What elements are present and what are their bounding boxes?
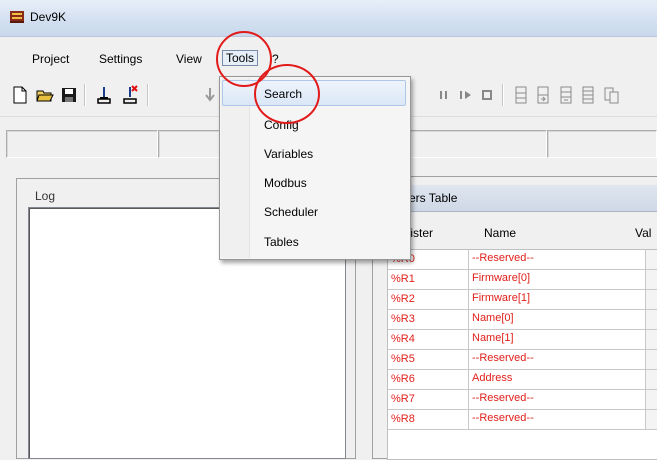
menu-settings[interactable]: Settings bbox=[96, 51, 145, 67]
connect-icon[interactable] bbox=[94, 85, 114, 105]
menu-view[interactable]: View bbox=[173, 51, 205, 67]
toolbar-separator bbox=[147, 84, 149, 106]
register-name: Name[0] bbox=[472, 312, 514, 324]
register-id: %R2 bbox=[391, 293, 415, 305]
register-id: %R4 bbox=[391, 333, 415, 345]
menu-item-config[interactable]: Config bbox=[220, 111, 410, 139]
download-icon[interactable] bbox=[200, 85, 220, 105]
name-cell: --Reserved-- bbox=[469, 410, 646, 429]
registers-table-title-bar: isters Table bbox=[373, 185, 657, 212]
menu-item-tables[interactable]: Tables bbox=[220, 228, 410, 256]
value-cell[interactable] bbox=[646, 370, 657, 389]
register-cell: %R7 bbox=[388, 390, 469, 409]
name-cell: --Reserved-- bbox=[469, 250, 646, 269]
stop-icon[interactable] bbox=[477, 85, 497, 105]
title-bar: Dev9K bbox=[0, 0, 657, 37]
name-cell: Address bbox=[469, 370, 646, 389]
value-cell[interactable] bbox=[646, 390, 657, 409]
register-icon-5[interactable] bbox=[601, 85, 621, 105]
table-row[interactable]: %R1 Firmware[0] bbox=[388, 270, 657, 290]
name-cell: Name[0] bbox=[469, 310, 646, 329]
name-cell: --Reserved-- bbox=[469, 350, 646, 369]
status-field-1 bbox=[6, 130, 158, 158]
menu-item-modbus[interactable]: Modbus bbox=[220, 169, 410, 197]
menu-item-scheduler-label: Scheduler bbox=[264, 205, 319, 219]
table-row[interactable]: %R8 --Reserved-- bbox=[388, 410, 657, 430]
register-icon-4[interactable] bbox=[578, 85, 598, 105]
registers-table-header: egister Name Val bbox=[373, 223, 657, 245]
register-cell: %R3 bbox=[388, 310, 469, 329]
register-id: %R3 bbox=[391, 313, 415, 325]
menu-project[interactable]: Project bbox=[29, 51, 72, 67]
register-name: Firmware[1] bbox=[472, 292, 531, 304]
register-cell: %R4 bbox=[388, 330, 469, 349]
window-title: Dev9K bbox=[30, 10, 67, 24]
table-row[interactable]: %R6 Address bbox=[388, 370, 657, 390]
table-row[interactable]: %R5 --Reserved-- bbox=[388, 350, 657, 370]
toolbar-separator bbox=[84, 84, 86, 106]
name-cell: --Reserved-- bbox=[469, 390, 646, 409]
menu-bar: Project Settings View Tools ? bbox=[0, 46, 657, 72]
table-row[interactable]: %R3 Name[0] bbox=[388, 310, 657, 330]
status-field-4 bbox=[547, 130, 657, 158]
log-label: Log bbox=[35, 189, 56, 203]
value-cell[interactable] bbox=[646, 270, 657, 289]
register-icon-2[interactable] bbox=[533, 85, 553, 105]
column-header-name[interactable]: Name bbox=[484, 226, 516, 240]
save-icon[interactable] bbox=[59, 85, 79, 105]
app-icon bbox=[10, 11, 24, 23]
registers-grid: %R0--Reserved-- %R1 Firmware[0] %R2 Firmware… bbox=[387, 249, 657, 460]
register-cell: %R8 bbox=[388, 410, 469, 429]
value-cell[interactable] bbox=[646, 330, 657, 349]
menu-item-variables[interactable]: Variables bbox=[220, 140, 410, 168]
register-cell: %R1 bbox=[388, 270, 469, 289]
register-icon-3[interactable] bbox=[556, 85, 576, 105]
value-cell[interactable] bbox=[646, 290, 657, 309]
name-cell: Firmware[1] bbox=[469, 290, 646, 309]
table-row[interactable]: %R4 Name[1] bbox=[388, 330, 657, 350]
register-id: %R5 bbox=[391, 353, 415, 365]
status-field-3 bbox=[405, 130, 547, 158]
value-cell[interactable] bbox=[646, 350, 657, 369]
table-row[interactable]: %R0--Reserved-- bbox=[388, 250, 657, 270]
name-cell: Name[1] bbox=[469, 330, 646, 349]
new-file-icon[interactable] bbox=[10, 85, 30, 105]
menu-item-tables-label: Tables bbox=[264, 235, 299, 249]
register-name: --Reserved-- bbox=[472, 252, 534, 264]
register-name: --Reserved-- bbox=[472, 412, 534, 424]
step-icon[interactable] bbox=[456, 85, 476, 105]
register-cell: %R6 bbox=[388, 370, 469, 389]
value-cell[interactable] bbox=[646, 410, 657, 429]
value-cell[interactable] bbox=[646, 250, 657, 269]
register-name: --Reserved-- bbox=[472, 392, 534, 404]
register-id: %R6 bbox=[391, 373, 415, 385]
register-name: --Reserved-- bbox=[472, 352, 534, 364]
register-cell: %R5 bbox=[388, 350, 469, 369]
menu-item-variables-label: Variables bbox=[264, 147, 314, 161]
annotation-circle-search bbox=[254, 64, 320, 124]
column-header-value[interactable]: Val bbox=[635, 226, 651, 240]
register-name: Firmware[0] bbox=[472, 272, 531, 284]
register-icon-1[interactable] bbox=[511, 85, 531, 105]
menu-item-modbus-label: Modbus bbox=[264, 176, 307, 190]
menu-item-scheduler[interactable]: Scheduler bbox=[220, 198, 410, 226]
register-cell: %R2 bbox=[388, 290, 469, 309]
register-name: Name[1] bbox=[472, 332, 514, 344]
status-field-2 bbox=[158, 130, 222, 158]
name-cell: Firmware[0] bbox=[469, 270, 646, 289]
value-cell[interactable] bbox=[646, 310, 657, 329]
table-row[interactable]: %R2 Firmware[1] bbox=[388, 290, 657, 310]
toolbar-separator bbox=[502, 84, 504, 106]
open-folder-icon[interactable] bbox=[35, 85, 55, 105]
disconnect-icon[interactable] bbox=[120, 85, 140, 105]
pause-icon[interactable] bbox=[434, 85, 454, 105]
register-name: Address bbox=[472, 372, 513, 384]
register-id: %R8 bbox=[391, 413, 415, 425]
register-id: %R1 bbox=[391, 273, 415, 285]
register-id: %R7 bbox=[391, 393, 415, 405]
registers-table-panel: isters Table egister Name Val %R0--Reser… bbox=[372, 176, 657, 460]
table-row[interactable]: %R7 --Reserved-- bbox=[388, 390, 657, 410]
